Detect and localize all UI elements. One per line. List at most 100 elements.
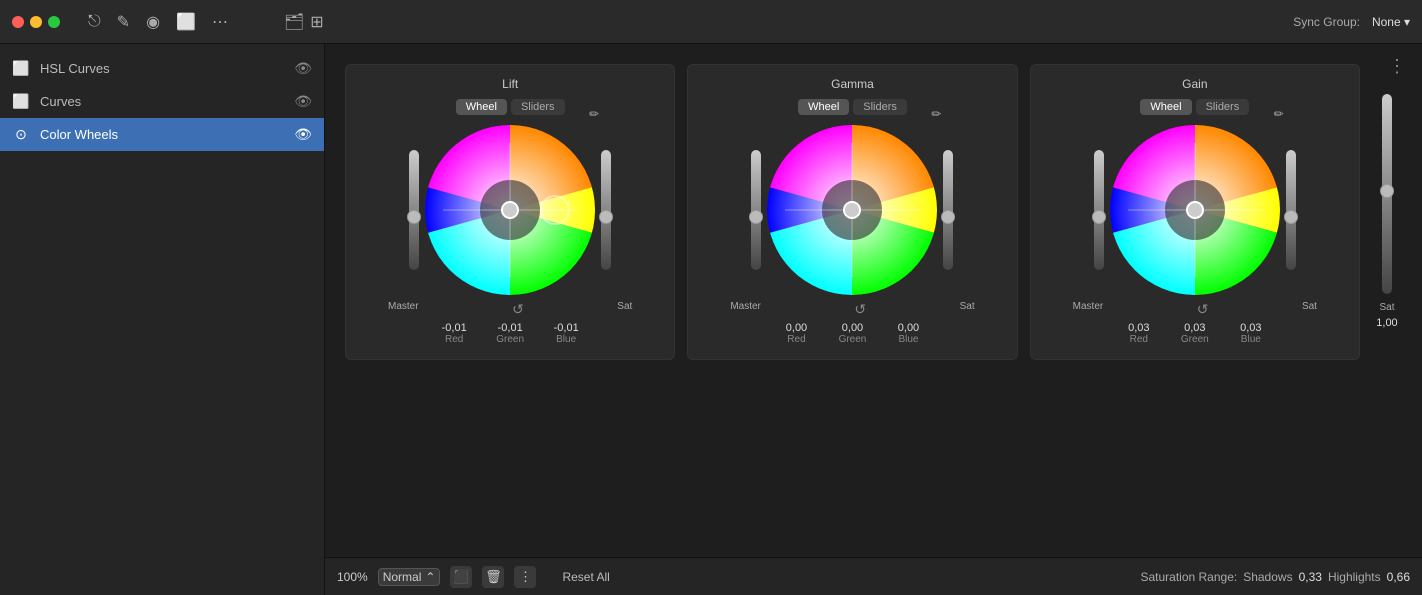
curves-label: Curves (40, 94, 284, 109)
gamma-blue-value: 0,00 Blue (890, 322, 926, 345)
color-wheel-icon[interactable]: ◉ (146, 12, 160, 32)
gain-sat-label: Sat (1302, 301, 1317, 322)
hsl-curves-eye-icon[interactable]: 👁 (294, 60, 312, 77)
gamma-pencil-icon[interactable]: ✏ (931, 107, 941, 121)
gamma-tab-wheel[interactable]: Wheel (798, 99, 849, 115)
lift-title: Lift (502, 77, 518, 91)
gain-panel-bottom: Master ↺ Sat 0,03 Red 0,03 Green (1043, 301, 1347, 347)
gain-wheel-body: ✏ (1043, 125, 1347, 295)
saturation-range-label: Saturation Range: (1140, 570, 1237, 584)
gamma-values-row: 0,00 Red 0,00 Green 0,00 Blue (778, 322, 926, 345)
curves-icon: ⬜ (12, 93, 30, 110)
panels-container: ⋮ Lift Wheel Sliders (325, 44, 1422, 557)
gamma-master-label: Master (730, 301, 761, 322)
gain-tab-wheel[interactable]: Wheel (1140, 99, 1191, 115)
gain-pencil-icon[interactable]: ✏ (1274, 107, 1284, 121)
lift-sat-label: Sat (617, 301, 632, 322)
node-editor-icon[interactable]: ⎋ (88, 13, 101, 31)
traffic-lights (12, 16, 60, 28)
lift-red-value: -0,01 Red (436, 322, 472, 345)
lift-panel-bottom: Master ↺ Sat -0,01 Red -0,01 Green (358, 301, 662, 347)
shadows-value: 0,33 (1299, 570, 1322, 584)
gain-panel: Gain Wheel Sliders (1030, 64, 1360, 360)
hsl-curves-label: HSL Curves (40, 61, 284, 76)
gamma-tabs: Wheel Sliders (798, 99, 907, 115)
blend-mode-chevron: ⌃ (425, 570, 435, 584)
sidebar-item-curves[interactable]: ⬜ Curves 👁 (0, 85, 324, 118)
lift-values-row: -0,01 Red -0,01 Green -0,01 Blue (436, 322, 584, 345)
gamma-title: Gamma (831, 77, 874, 91)
lift-green-value: -0,01 Green (492, 322, 528, 345)
grid-icon[interactable]: ⊞ (310, 12, 323, 32)
gamma-panel: Gamma Wheel Sliders (687, 64, 1017, 360)
gamma-sat-label: Sat (960, 301, 975, 322)
reset-all-button[interactable]: Reset All (562, 570, 609, 584)
gain-tabs: Wheel Sliders (1140, 99, 1249, 115)
lift-tab-sliders[interactable]: Sliders (511, 99, 565, 115)
titlebar: ⎋ ✎ ◉ ⬜ ⋯ 🗂 ⊞ Sync Group: None ▾ (0, 0, 1422, 44)
delete-icon[interactable]: 🗑 (482, 566, 504, 588)
global-sat-label: Sat (1379, 302, 1394, 313)
main-layout: ⬜ HSL Curves 👁 ⬜ Curves 👁 ⊙ Color Wheels… (0, 44, 1422, 595)
sync-group-value[interactable]: None ▾ (1372, 15, 1410, 29)
view-group-icons: 🗂 ⊞ (284, 12, 324, 32)
gamma-reset-icon[interactable]: ↺ (854, 301, 866, 318)
gamma-green-value: 0,00 Green (834, 322, 870, 345)
lift-tab-wheel[interactable]: Wheel (456, 99, 507, 115)
b-w-toggle[interactable]: ⬛ (450, 566, 472, 588)
highlights-value: 0,66 (1387, 570, 1410, 584)
shadows-label: Shadows (1243, 570, 1292, 584)
lift-panel: Lift Wheel Sliders (345, 64, 675, 360)
gamma-master-slider[interactable] (751, 150, 761, 270)
lift-reset-icon[interactable]: ↺ (512, 301, 524, 318)
gamma-wheel-body: ✏ (700, 125, 1004, 295)
gamma-tab-sliders[interactable]: Sliders (853, 99, 907, 115)
gain-master-slider[interactable] (1094, 150, 1104, 270)
color-wheels-icon: ⊙ (12, 126, 30, 143)
gain-sat-slider[interactable] (1286, 150, 1296, 270)
sidebar: ⬜ HSL Curves 👁 ⬜ Curves 👁 ⊙ Color Wheels… (0, 44, 325, 595)
global-sat-value: 1,00 (1376, 317, 1397, 329)
monitor-icon[interactable]: ⬜ (176, 12, 196, 32)
blend-mode-dropdown[interactable]: Normal ⌃ (378, 568, 441, 586)
titlebar-tools: ⎋ ✎ ◉ ⬜ ⋯ (88, 12, 228, 32)
gain-master-label: Master (1073, 301, 1104, 322)
lift-color-wheel-container[interactable]: ✏ (425, 125, 595, 295)
content-area: ⋮ Lift Wheel Sliders (325, 44, 1422, 595)
more-options-icon[interactable]: ⋮ (514, 566, 536, 588)
curves-eye-icon[interactable]: 👁 (294, 93, 312, 110)
footer: 100% Normal ⌃ ⬛ 🗑 ⋮ Reset All Saturation… (325, 557, 1422, 595)
gain-title: Gain (1182, 77, 1207, 91)
gain-tab-sliders[interactable]: Sliders (1196, 99, 1250, 115)
lift-sat-slider[interactable] (601, 150, 611, 270)
gamma-color-wheel-container[interactable]: ✏ (767, 125, 937, 295)
gain-color-wheel-container[interactable]: ✏ (1110, 125, 1280, 295)
sync-group-label: Sync Group: (1293, 15, 1360, 29)
global-sat-slider[interactable] (1382, 94, 1392, 294)
panel-more-icon[interactable]: ⋮ (1388, 56, 1406, 77)
zoom-level: 100% (337, 570, 368, 584)
maximize-button[interactable] (48, 16, 60, 28)
gamma-red-value: 0,00 Red (778, 322, 814, 345)
edit-icon[interactable]: ✎ (117, 12, 130, 32)
sidebar-item-color-wheels[interactable]: ⊙ Color Wheels 👁 (0, 118, 324, 151)
gain-blue-value: 0,03 Blue (1233, 322, 1269, 345)
lift-blue-value: -0,01 Blue (548, 322, 584, 345)
blend-mode-label: Normal (383, 570, 422, 584)
gain-reset-icon[interactable]: ↺ (1197, 301, 1209, 318)
sidebar-item-hsl-curves[interactable]: ⬜ HSL Curves 👁 (0, 52, 324, 85)
gamma-sat-slider[interactable] (943, 150, 953, 270)
gamma-panel-bottom: Master ↺ Sat 0,00 Red 0,00 Green (700, 301, 1004, 347)
lift-master-label: Master (388, 301, 419, 322)
highlights-label: Highlights (1328, 570, 1381, 584)
saturation-range: Saturation Range: Shadows 0,33 Highlight… (1140, 570, 1410, 584)
close-button[interactable] (12, 16, 24, 28)
lift-pencil-icon[interactable]: ✏ (589, 107, 599, 121)
gain-values-row: 0,03 Red 0,03 Green 0,03 Blue (1121, 322, 1269, 345)
minimize-button[interactable] (30, 16, 42, 28)
color-wheels-eye-icon[interactable]: 👁 (294, 126, 312, 143)
gain-red-value: 0,03 Red (1121, 322, 1157, 345)
lift-master-slider[interactable] (409, 150, 419, 270)
more-icon[interactable]: ⋯ (212, 12, 228, 32)
folder-icon[interactable]: 🗂 (284, 12, 304, 32)
